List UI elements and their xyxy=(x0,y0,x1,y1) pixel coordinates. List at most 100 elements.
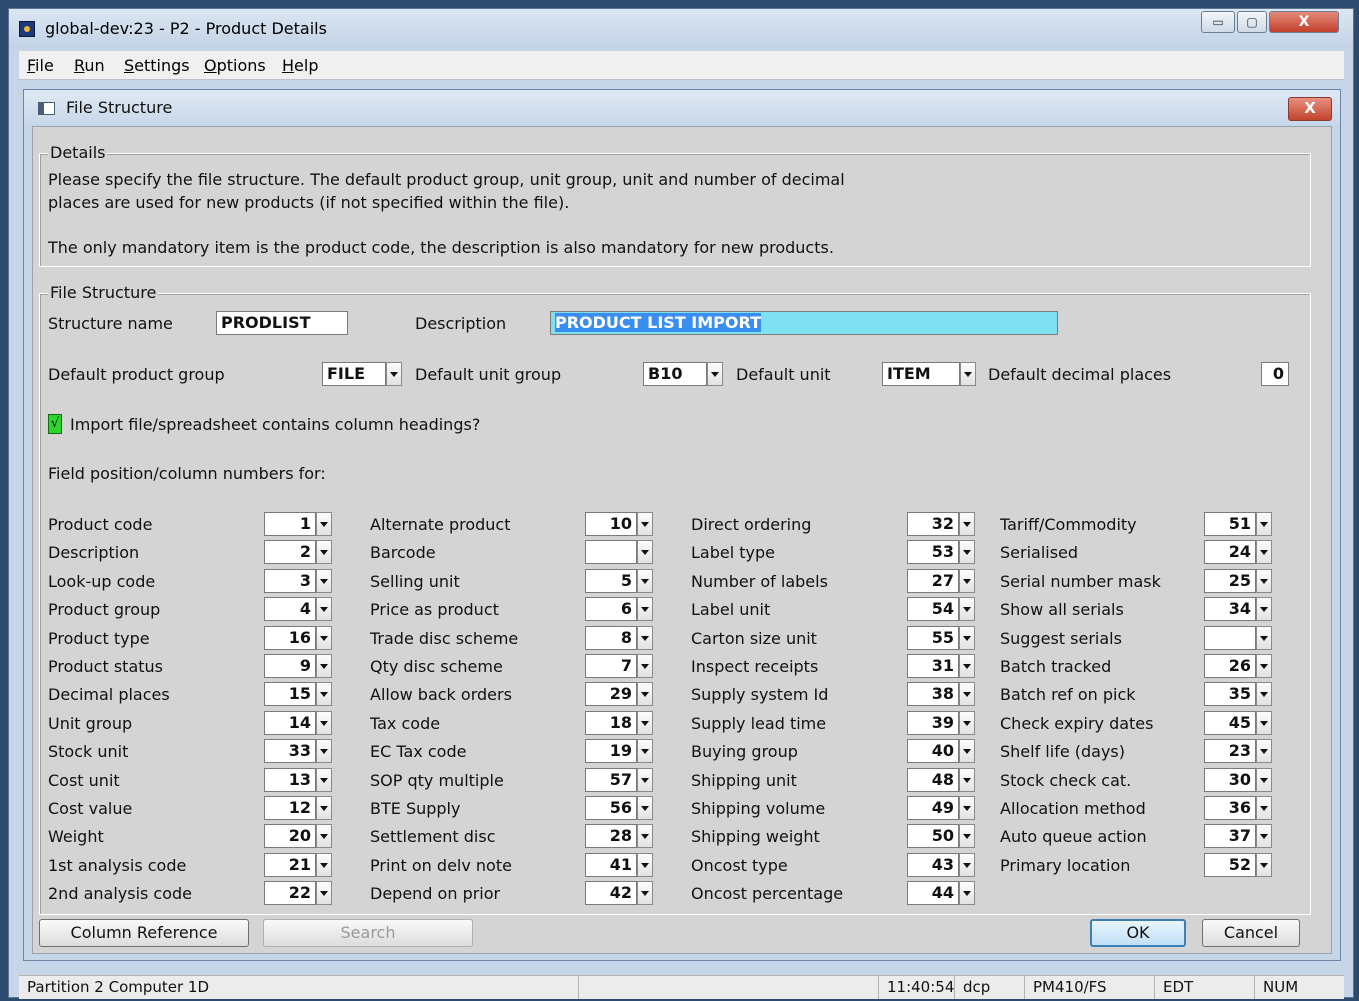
column-number-select[interactable]: 28 xyxy=(585,824,653,849)
column-number-select[interactable] xyxy=(1204,625,1272,650)
chevron-down-icon[interactable] xyxy=(959,796,975,820)
chevron-down-icon[interactable] xyxy=(637,540,653,565)
chevron-down-icon[interactable] xyxy=(316,568,332,593)
column-headings-checkbox[interactable]: √ xyxy=(48,414,62,434)
column-number-select[interactable]: 5 xyxy=(585,568,653,593)
chevron-down-icon[interactable] xyxy=(959,852,975,877)
chevron-down-icon[interactable] xyxy=(316,654,332,678)
column-number-select[interactable]: 19 xyxy=(585,739,653,764)
column-number-select[interactable]: 30 xyxy=(1204,767,1272,792)
menu-run[interactable]: Run xyxy=(74,56,105,75)
column-number-select[interactable] xyxy=(585,540,653,565)
column-number-select[interactable]: 48 xyxy=(907,767,975,792)
chevron-down-icon[interactable] xyxy=(1256,540,1272,565)
chevron-down-icon[interactable] xyxy=(1256,767,1272,792)
chevron-down-icon[interactable] xyxy=(1256,682,1272,707)
chevron-down-icon[interactable] xyxy=(316,796,332,820)
column-number-select[interactable]: 18 xyxy=(585,710,653,735)
column-number-select[interactable]: 1 xyxy=(264,512,332,536)
chevron-down-icon[interactable] xyxy=(637,597,653,622)
chevron-down-icon[interactable] xyxy=(959,512,975,536)
chevron-down-icon[interactable] xyxy=(960,362,976,386)
chevron-down-icon[interactable] xyxy=(316,540,332,565)
column-number-select[interactable]: 27 xyxy=(907,568,975,593)
chevron-down-icon[interactable] xyxy=(637,767,653,792)
chevron-down-icon[interactable] xyxy=(959,540,975,565)
chevron-down-icon[interactable] xyxy=(637,739,653,764)
chevron-down-icon[interactable] xyxy=(959,625,975,650)
column-number-select[interactable]: 20 xyxy=(264,824,332,849)
chevron-down-icon[interactable] xyxy=(637,625,653,650)
description-input[interactable]: PRODUCT LIST IMPORT xyxy=(550,311,1058,335)
column-number-select[interactable]: 54 xyxy=(907,597,975,622)
column-number-select[interactable]: 25 xyxy=(1204,568,1272,593)
chevron-down-icon[interactable] xyxy=(637,710,653,735)
ok-button[interactable]: OK xyxy=(1090,919,1186,947)
column-number-select[interactable]: 56 xyxy=(585,796,653,820)
default-unit-select[interactable]: ITEM xyxy=(882,362,976,386)
column-number-select[interactable]: 34 xyxy=(1204,597,1272,622)
column-number-select[interactable]: 6 xyxy=(585,597,653,622)
column-number-select[interactable]: 37 xyxy=(1204,824,1272,849)
column-number-select[interactable]: 39 xyxy=(907,710,975,735)
column-number-select[interactable]: 38 xyxy=(907,682,975,707)
minimize-button[interactable]: ▭ xyxy=(1201,11,1235,33)
chevron-down-icon[interactable] xyxy=(637,512,653,536)
chevron-down-icon[interactable] xyxy=(637,852,653,877)
menu-help[interactable]: Help xyxy=(282,56,318,75)
chevron-down-icon[interactable] xyxy=(316,710,332,735)
column-number-select[interactable]: 16 xyxy=(264,625,332,650)
column-number-select[interactable]: 29 xyxy=(585,682,653,707)
column-number-select[interactable]: 50 xyxy=(907,824,975,849)
column-number-select[interactable]: 44 xyxy=(907,881,975,906)
chevron-down-icon[interactable] xyxy=(316,682,332,707)
chevron-down-icon[interactable] xyxy=(637,796,653,820)
column-number-select[interactable]: 13 xyxy=(264,767,332,792)
maximize-button[interactable]: ▢ xyxy=(1237,11,1267,33)
chevron-down-icon[interactable] xyxy=(316,881,332,906)
dialog-close-button[interactable]: X xyxy=(1288,97,1332,121)
column-number-select[interactable]: 31 xyxy=(907,654,975,678)
structure-name-input[interactable]: PRODLIST xyxy=(216,311,348,335)
column-number-select[interactable]: 42 xyxy=(585,881,653,906)
chevron-down-icon[interactable] xyxy=(637,881,653,906)
chevron-down-icon[interactable] xyxy=(316,824,332,849)
chevron-down-icon[interactable] xyxy=(1256,625,1272,650)
cancel-button[interactable]: Cancel xyxy=(1202,919,1300,947)
chevron-down-icon[interactable] xyxy=(959,881,975,906)
column-number-select[interactable]: 2 xyxy=(264,540,332,565)
chevron-down-icon[interactable] xyxy=(959,824,975,849)
column-number-select[interactable]: 40 xyxy=(907,739,975,764)
column-number-select[interactable]: 26 xyxy=(1204,654,1272,678)
chevron-down-icon[interactable] xyxy=(316,739,332,764)
column-number-select[interactable]: 53 xyxy=(907,540,975,565)
chevron-down-icon[interactable] xyxy=(1256,568,1272,593)
chevron-down-icon[interactable] xyxy=(959,739,975,764)
chevron-down-icon[interactable] xyxy=(316,597,332,622)
chevron-down-icon[interactable] xyxy=(637,654,653,678)
column-number-select[interactable]: 45 xyxy=(1204,710,1272,735)
column-number-select[interactable]: 23 xyxy=(1204,739,1272,764)
menu-file[interactable]: File xyxy=(27,56,54,75)
column-number-select[interactable]: 4 xyxy=(264,597,332,622)
chevron-down-icon[interactable] xyxy=(959,568,975,593)
column-number-select[interactable]: 14 xyxy=(264,710,332,735)
column-number-select[interactable]: 32 xyxy=(907,512,975,536)
column-number-select[interactable]: 35 xyxy=(1204,682,1272,707)
menu-settings[interactable]: Settings xyxy=(124,56,190,75)
chevron-down-icon[interactable] xyxy=(316,625,332,650)
column-number-select[interactable]: 55 xyxy=(907,625,975,650)
column-number-select[interactable]: 51 xyxy=(1204,512,1272,536)
chevron-down-icon[interactable] xyxy=(316,767,332,792)
chevron-down-icon[interactable] xyxy=(1256,710,1272,735)
column-number-select[interactable]: 41 xyxy=(585,852,653,877)
chevron-down-icon[interactable] xyxy=(707,362,723,386)
chevron-down-icon[interactable] xyxy=(1256,654,1272,678)
chevron-down-icon[interactable] xyxy=(637,682,653,707)
column-number-select[interactable]: 3 xyxy=(264,568,332,593)
column-number-select[interactable]: 21 xyxy=(264,852,332,877)
column-number-select[interactable]: 22 xyxy=(264,881,332,906)
search-button[interactable]: Search xyxy=(263,919,473,947)
column-number-select[interactable]: 15 xyxy=(264,682,332,707)
column-number-select[interactable]: 7 xyxy=(585,654,653,678)
